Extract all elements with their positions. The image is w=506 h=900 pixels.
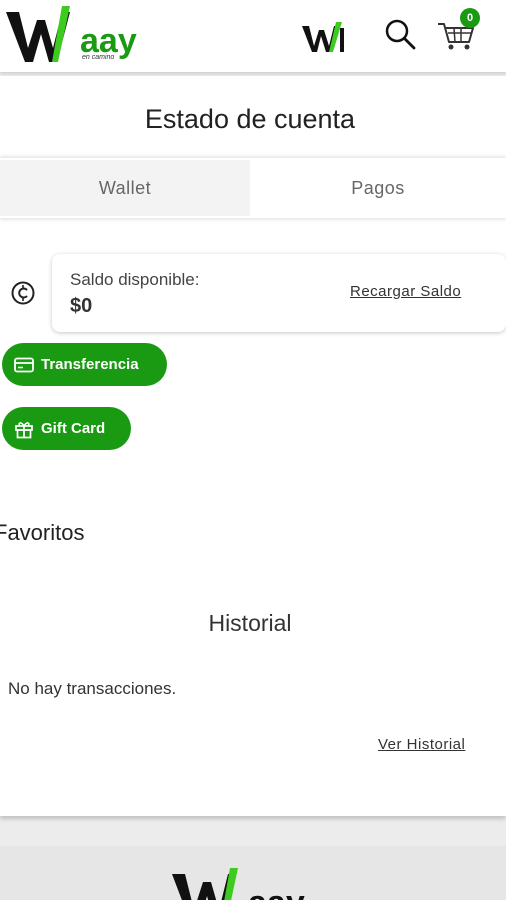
transfer-button[interactable]: Transferencia — [2, 343, 167, 386]
gift-card-button-label: Gift Card — [41, 420, 106, 437]
account-statement-panel: Estado de cuenta Wallet Pagos Saldo disp… — [0, 76, 506, 816]
card-icon — [14, 357, 34, 372]
logo-subtitle: en camino — [82, 54, 115, 61]
balance-card: Saldo disponible: $0 Recargar Saldo — [52, 254, 506, 332]
cart-count-badge: 0 — [460, 8, 480, 28]
transfer-button-label: Transferencia — [41, 356, 139, 373]
gift-card-button[interactable]: Gift Card — [2, 407, 131, 450]
search-icon[interactable] — [384, 18, 416, 50]
tab-wallet[interactable]: Wallet — [0, 160, 250, 216]
page-title: Estado de cuenta — [144, 104, 356, 134]
empty-transactions-message: No hay transacciones. — [8, 679, 177, 698]
favorites-heading: Favoritos — [0, 520, 85, 545]
balance-label: Saldo disponible: — [70, 270, 200, 289]
history-heading: Historial — [208, 610, 292, 636]
footer: aay — [0, 846, 506, 900]
view-history-link[interactable]: Ver Historial — [378, 736, 465, 753]
app-header: aay en camino 0 — [0, 0, 506, 72]
balance-value: $0 — [70, 295, 93, 317]
tab-pagos[interactable]: Pagos — [250, 160, 506, 216]
svg-text:aay: aay — [248, 884, 305, 900]
balance-icon — [10, 280, 36, 306]
gift-icon — [15, 421, 33, 438]
mini-brand-icon[interactable] — [302, 20, 348, 56]
recharge-balance-link[interactable]: Recargar Saldo — [350, 283, 461, 300]
footer-brand-logo: aay — [172, 868, 332, 900]
